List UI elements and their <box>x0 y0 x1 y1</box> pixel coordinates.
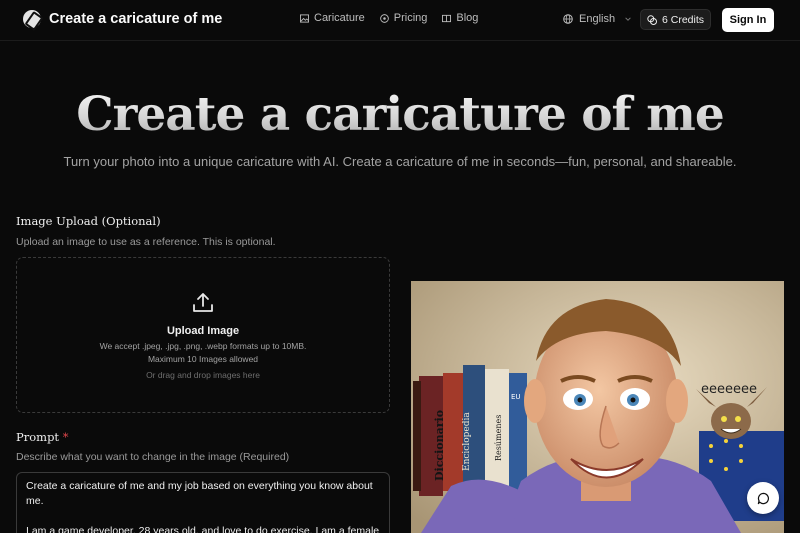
nav-label: Caricature <box>314 12 365 24</box>
brand-name: Create a caricature of me <box>49 11 223 27</box>
upload-max: Maximum 10 Images allowed <box>147 354 259 364</box>
caricature-illustration: Diccionario Enciclopedia Resúmenes EU ee… <box>411 281 784 533</box>
nav-item-caricature[interactable]: Caricature <box>300 12 365 24</box>
nav-item-blog[interactable]: Blog <box>442 12 478 24</box>
nav-item-pricing[interactable]: Pricing <box>379 12 428 24</box>
upload-drag-hint: Or drag and drop images here <box>146 370 260 380</box>
upload-label: Image Upload (Optional) <box>16 214 161 228</box>
upload-formats: We accept .jpeg, .jpg, .png, .webp forma… <box>99 341 307 351</box>
book-spine-label: Enciclopedia <box>462 412 472 471</box>
page-title: Create a caricature of me <box>0 82 800 148</box>
book-spine-label: Diccionario <box>433 410 446 481</box>
language-label: English <box>579 13 616 25</box>
upload-description: Upload an image to use as a reference. T… <box>16 236 276 248</box>
logo-icon <box>23 10 41 28</box>
chat-bubble-icon <box>757 492 769 504</box>
prompt-textarea[interactable]: Create a caricature of me and my job bas… <box>16 472 390 533</box>
credits-button[interactable]: 6 Credits <box>640 9 711 30</box>
nav-label: Blog <box>456 12 479 24</box>
prompt-label-text: Prompt <box>16 430 60 444</box>
top-nav-bar: Create a caricature of me Caricature Pri… <box>0 0 800 40</box>
book-spine-label: Resúmenes <box>494 415 503 461</box>
sign-in-button[interactable]: Sign In <box>722 8 774 32</box>
required-mark: * <box>62 430 69 444</box>
language-selector[interactable]: English <box>563 13 632 25</box>
upload-title: Upload Image <box>166 325 240 337</box>
prompt-description: Describe what you want to change in the … <box>16 451 290 463</box>
upload-icon <box>193 293 213 312</box>
book-spine-label: EU <box>511 393 521 401</box>
credits-label: 6 Credits <box>661 13 704 26</box>
speech-text: eeeeeee <box>701 382 757 397</box>
prompt-label: Prompt * <box>16 430 68 444</box>
chevron-down-icon <box>625 17 631 21</box>
nav-label: Pricing <box>393 12 428 24</box>
tag-icon <box>379 13 389 23</box>
coins-icon <box>647 14 657 25</box>
page-subtitle: Turn your photo into a unique caricature… <box>63 154 737 169</box>
book-icon <box>442 14 452 22</box>
brand-link[interactable]: Create a caricature of me <box>23 10 222 28</box>
image-icon <box>300 13 309 23</box>
globe-icon <box>563 14 573 24</box>
caricature-preview-image: Diccionario Enciclopedia Resúmenes EU ee… <box>411 281 784 533</box>
main-nav: Caricature Pricing Blog <box>300 12 478 24</box>
header-divider <box>0 40 800 41</box>
chat-button[interactable] <box>747 482 779 514</box>
